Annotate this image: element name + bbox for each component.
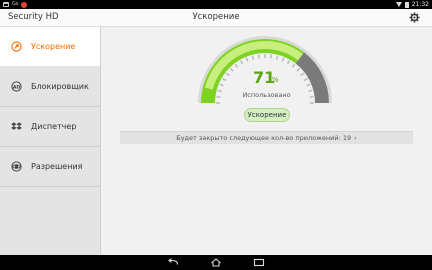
gauge-tick	[219, 83, 224, 87]
gauge-tick	[270, 54, 273, 59]
gauge-tick	[303, 77, 308, 82]
gauge-tick	[286, 60, 291, 65]
sidebar-item-boost[interactable]: Ускорение	[0, 27, 100, 67]
boost-button[interactable]: Ускорение	[244, 108, 290, 122]
gauge-tick	[296, 67, 301, 72]
gauge-tick	[225, 72, 230, 77]
sidebar-item-label: Ускорение	[31, 42, 76, 51]
gauge-tick	[257, 54, 260, 59]
chevron-right-icon: ›	[354, 134, 357, 142]
gauge-tick	[291, 63, 296, 68]
usage-label: Использовано	[242, 91, 291, 99]
sidebar-item-label: Блокировщик	[31, 82, 89, 91]
gear-icon[interactable]	[409, 12, 420, 23]
dropbox-icon	[11, 122, 22, 130]
status-bar: Gs 21:32	[0, 0, 432, 9]
main-panel: 71 % Использовано Ускорение Будет закрыт…	[101, 27, 432, 255]
recents-icon[interactable]	[253, 258, 265, 267]
sidebar-item-label: Разрешения	[31, 162, 83, 171]
gauge-tick	[281, 57, 285, 62]
ad-block-icon: AD	[11, 81, 22, 92]
back-icon[interactable]	[167, 258, 179, 267]
app-title: Security HD	[8, 12, 59, 22]
svg-text:AD: AD	[13, 84, 21, 90]
sidebar-item-manager[interactable]: Диспетчер	[0, 107, 100, 147]
gauge-tick	[300, 72, 305, 77]
action-bar: Security HD Ускорение	[0, 9, 432, 27]
gauge-tick	[234, 63, 239, 68]
battery-icon	[404, 1, 409, 8]
home-icon[interactable]	[210, 258, 222, 267]
apps-to-close-text: Будет закрыто следующее кол-во приложени…	[176, 134, 352, 142]
gauge-tick	[245, 57, 249, 62]
notification-dot-icon	[21, 1, 28, 8]
sidebar-item-label: Диспетчер	[31, 122, 77, 131]
shopping-bag-icon	[3, 2, 9, 7]
gauge-tick	[306, 83, 311, 87]
status-time: 21:32	[411, 1, 429, 8]
gauge-tick	[239, 60, 244, 65]
rocket-icon	[11, 41, 22, 52]
gauge-tick	[222, 77, 227, 82]
usage-percent-sign: %	[272, 76, 279, 84]
gauge-tick	[229, 67, 234, 72]
gauge-tick	[251, 55, 255, 60]
sidebar-item-blocker[interactable]: AD Блокировщик	[0, 67, 100, 107]
eye-icon	[11, 161, 22, 172]
gs-icon: Gs	[12, 1, 19, 7]
gauge-tick	[275, 55, 279, 60]
apps-to-close-info[interactable]: Будет закрыто следующее кол-во приложени…	[120, 131, 413, 144]
sidebar: Ускорение AD Блокировщик Диспетчер Разре…	[0, 27, 101, 255]
page-title: Ускорение	[192, 12, 240, 22]
wifi-icon	[395, 2, 402, 7]
navigation-bar	[0, 255, 432, 270]
sidebar-item-permissions[interactable]: Разрешения	[0, 147, 100, 187]
